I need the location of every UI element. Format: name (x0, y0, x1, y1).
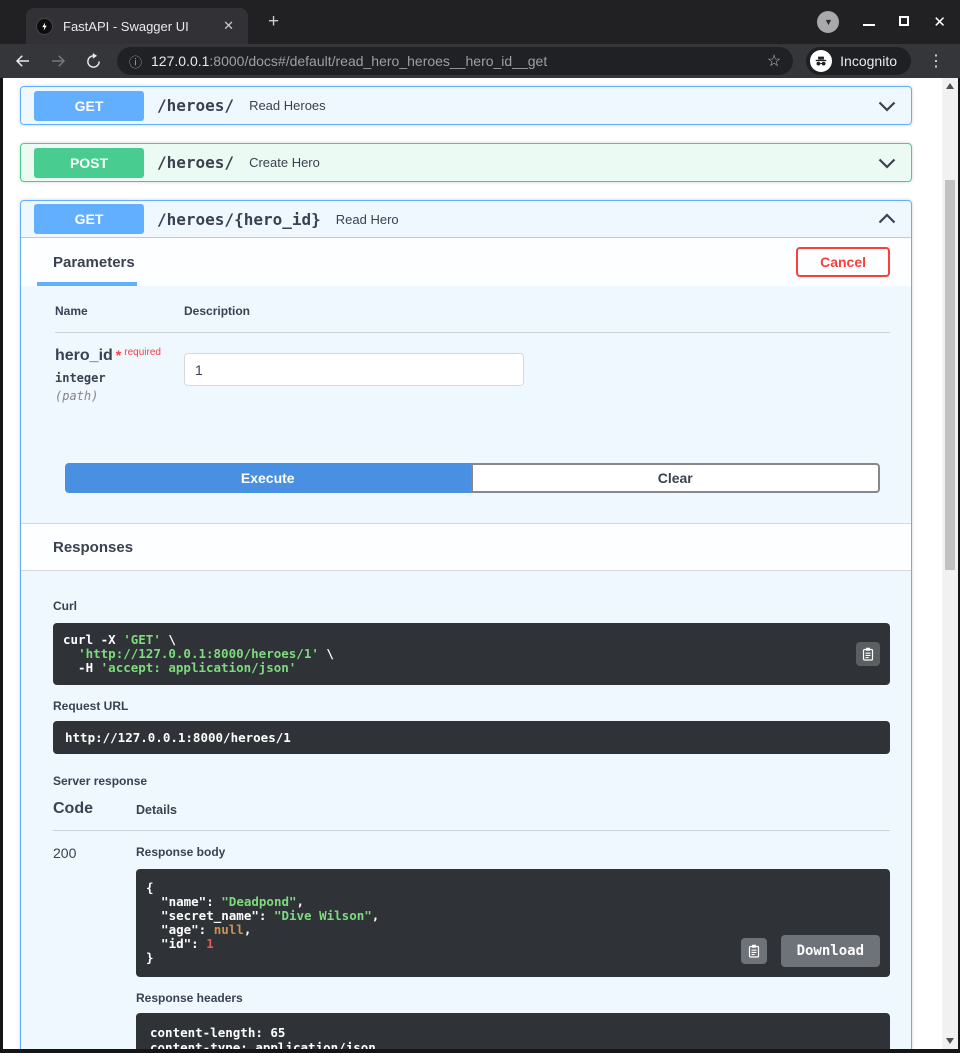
close-button[interactable]: ✕ (933, 15, 946, 30)
chevron-down-icon[interactable] (877, 96, 897, 116)
reload-button[interactable] (82, 50, 104, 72)
chevron-up-icon[interactable] (877, 209, 897, 229)
bookmark-star-icon[interactable]: ☆ (767, 51, 781, 71)
parameter-name: hero_id (55, 347, 113, 364)
response-headers-block: content-length: 65 content-type: applica… (136, 1013, 890, 1049)
endpoint-summary: Read Hero (335, 211, 399, 227)
chevron-down-icon[interactable] (877, 153, 897, 173)
endpoint-path: /heroes/{hero_id} (157, 209, 321, 229)
browser-indicator-icon[interactable]: ▼ (817, 11, 840, 33)
tab-close-icon[interactable]: ✕ (219, 16, 238, 36)
method-badge-post: POST (34, 147, 144, 178)
opblock-summary-read-hero[interactable]: GET /heroes/{hero_id} Read Hero (21, 201, 911, 238)
required-star: * (115, 347, 122, 363)
tab-title: FastAPI - Swagger UI (63, 18, 189, 34)
status-code: 200 (53, 845, 77, 861)
scrollbar[interactable] (942, 78, 958, 1049)
response-body-block: { "name": "Deadpond", "secret_name": "Di… (136, 869, 890, 977)
cancel-button[interactable]: Cancel (796, 247, 890, 277)
swagger-page: GET /heroes/ Read Heroes POST /heroes/ C… (3, 78, 942, 1049)
opblock-summary-read-heroes[interactable]: GET /heroes/ Read Heroes (21, 87, 911, 124)
parameters-section-header: Parameters Cancel (21, 238, 911, 286)
active-tab-indicator (37, 282, 137, 286)
parameter-value-cell (184, 333, 890, 403)
endpoint-summary: Read Heroes (249, 98, 326, 113)
url-text: 127.0.0.1:8000/docs#/default/read_hero_h… (151, 53, 548, 69)
parameters-area: Name Description hero_id * required intege… (21, 286, 911, 403)
server-response-label: Server response (53, 774, 148, 788)
response-body-actions: Download (740, 935, 880, 967)
required-label: required (124, 347, 161, 358)
curl-label: Curl (53, 599, 77, 613)
response-body-label: Response body (136, 845, 226, 859)
site-info-icon[interactable]: ⓘ (129, 52, 142, 71)
opblock-create-hero: POST /heroes/ Create Hero (20, 143, 912, 182)
browser-window: FastAPI - Swagger UI ✕ + ▼ ✕ ⓘ 127.0.0.1… (0, 0, 960, 1053)
browser-menu-icon[interactable]: ⋮ (924, 51, 948, 71)
clear-button[interactable]: Clear (470, 463, 880, 493)
request-url-label: Request URL (53, 699, 129, 713)
opblock-read-heroes: GET /heroes/ Read Heroes (20, 86, 912, 125)
browser-titlebar: FastAPI - Swagger UI ✕ + ▼ ✕ (0, 0, 960, 44)
fastapi-favicon-icon (36, 17, 53, 35)
column-header-name: Name (55, 304, 184, 333)
response-details-cell: Response body { "name": "Deadpond", "sec… (136, 831, 890, 1049)
window-controls: ▼ ✕ (817, 0, 946, 44)
tab-parameters-label: Parameters (53, 253, 135, 271)
incognito-icon (810, 50, 833, 72)
code-column-header: Code (53, 800, 136, 831)
execute-row: Execute Clear (65, 463, 880, 493)
copy-to-clipboard-button[interactable] (740, 938, 767, 964)
url-bar[interactable]: ⓘ 127.0.0.1:8000/docs#/default/read_hero… (117, 47, 794, 75)
endpoint-path: /heroes/ (157, 153, 235, 172)
scroll-up-arrow-icon[interactable] (942, 78, 958, 94)
download-button[interactable]: Download (780, 935, 880, 967)
endpoint-path: /heroes/ (157, 96, 235, 115)
opblock-summary-create-hero[interactable]: POST /heroes/ Create Hero (21, 144, 911, 181)
hero-id-input[interactable] (184, 353, 524, 386)
minimize-button[interactable] (863, 13, 876, 31)
parameter-location: (path) (55, 389, 99, 403)
scrollbar-thumb[interactable] (945, 180, 955, 570)
forward-button[interactable] (47, 50, 69, 72)
column-header-description: Description (184, 304, 890, 333)
new-tab-button[interactable]: + (264, 12, 283, 32)
copy-to-clipboard-button[interactable] (856, 642, 880, 666)
page-viewport: GET /heroes/ Read Heroes POST /heroes/ C… (3, 78, 958, 1049)
details-column-header: Details (136, 800, 890, 831)
incognito-label: Incognito (840, 53, 897, 69)
server-response-table: Code Details 200 Response body { "name":… (53, 800, 890, 1049)
back-button[interactable] (12, 50, 34, 72)
method-badge-get: GET (34, 90, 144, 121)
incognito-badge: Incognito (806, 47, 911, 75)
execute-button[interactable]: Execute (65, 463, 471, 493)
response-headers-label: Response headers (136, 991, 243, 1005)
method-badge-get: GET (34, 204, 144, 234)
maximize-button[interactable] (899, 13, 910, 31)
parameter-name-cell: hero_id * required integer (path) (55, 333, 184, 403)
responses-section-header: Responses (21, 523, 911, 571)
browser-toolbar: ⓘ 127.0.0.1:8000/docs#/default/read_hero… (0, 44, 960, 78)
browser-tab[interactable]: FastAPI - Swagger UI ✕ (26, 8, 248, 44)
parameter-type: integer (55, 371, 106, 385)
responses-title: Responses (53, 538, 134, 556)
opblock-read-hero: GET /heroes/{hero_id} Read Hero Paramete… (20, 200, 912, 1049)
curl-code-block: curl -X 'GET' \ 'http://127.0.0.1:8000/h… (53, 623, 890, 685)
request-url-value: http://127.0.0.1:8000/heroes/1 (53, 721, 890, 754)
endpoint-summary: Create Hero (249, 155, 320, 170)
tab-parameters[interactable]: Parameters (37, 238, 137, 286)
scroll-down-arrow-icon[interactable] (942, 1033, 958, 1049)
responses-inner: Curl curl -X 'GET' \ 'http://127.0.0.1:8… (21, 571, 911, 1049)
